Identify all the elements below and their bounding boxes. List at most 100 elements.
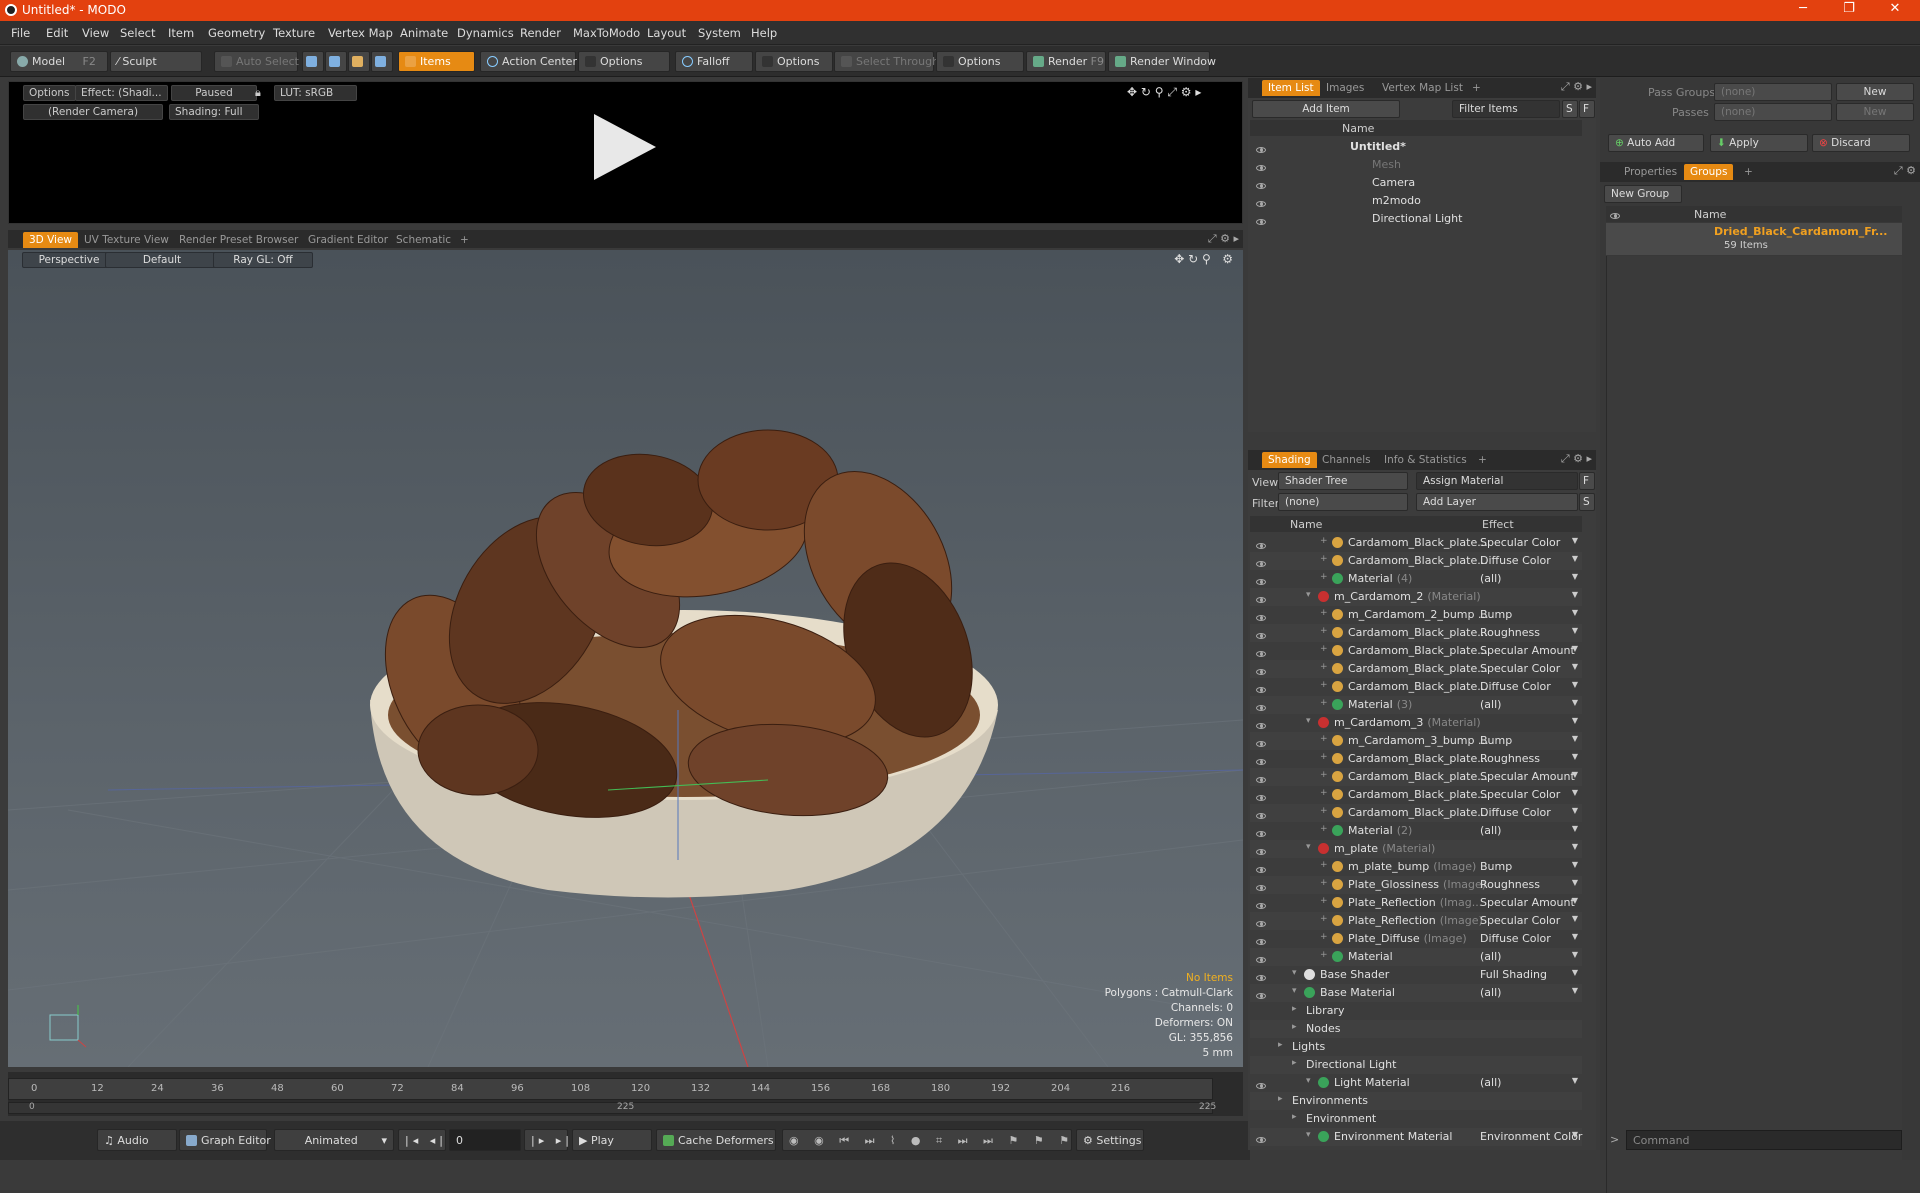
eye-icon[interactable]: [1256, 143, 1266, 156]
chevron-down-icon[interactable]: ▼: [1572, 734, 1578, 743]
expand-toggle-icon[interactable]: ▸: [1292, 1058, 1297, 1068]
tab-properties[interactable]: Properties: [1618, 164, 1683, 180]
layer-effect[interactable]: Specular Color: [1480, 914, 1560, 927]
shader-tree-row[interactable]: ▾ Light Material (all) ▼: [1250, 1074, 1582, 1092]
eye-icon[interactable]: [1256, 575, 1266, 588]
shader-tree-row[interactable]: ▾ Environment Material Environment Color ▼: [1250, 1128, 1582, 1146]
expand-toggle-icon[interactable]: ▸: [1278, 1040, 1283, 1050]
layer-effect[interactable]: Specular Amount: [1480, 644, 1575, 657]
shader-tree-row[interactable]: ▸ Nodes: [1250, 1020, 1582, 1038]
materials-mode-button[interactable]: [371, 51, 393, 72]
shader-tree-row[interactable]: ▸ Environments: [1250, 1092, 1582, 1110]
layer-effect[interactable]: Bump: [1480, 860, 1512, 873]
add-tab-button[interactable]: +: [1466, 80, 1487, 96]
chevron-down-icon[interactable]: ▼: [1572, 842, 1578, 851]
filter-dropdown[interactable]: (none): [1278, 493, 1408, 511]
auto-add-button[interactable]: ⊕ Auto Add: [1608, 134, 1704, 152]
group-row[interactable]: Dried_Black_Cardamom_Fr... 59 Items: [1606, 223, 1902, 255]
expand-toggle-icon[interactable]: ▾: [1306, 1130, 1311, 1140]
cache-deformers-button[interactable]: Cache Deformers: [656, 1129, 776, 1151]
shader-tree-row[interactable]: + Cardamom_Black_plate... Specular Amount ▼: [1250, 768, 1582, 786]
layer-effect[interactable]: Specular Color: [1480, 662, 1560, 675]
shader-tree-row[interactable]: + m_plate_bump (Image) Bump ▼: [1250, 858, 1582, 876]
assign-material-input[interactable]: Assign Material: [1416, 472, 1578, 490]
discard-button[interactable]: ⊗ Discard: [1812, 134, 1910, 152]
expand-toggle-icon[interactable]: +: [1320, 734, 1328, 744]
audio-button[interactable]: ♫ Audio: [97, 1129, 177, 1151]
expand-toggle-icon[interactable]: +: [1320, 878, 1328, 888]
menu-texture[interactable]: Texture: [273, 26, 315, 40]
minimize-button[interactable]: ─: [1783, 1, 1823, 16]
new-group-button[interactable]: New Group: [1604, 185, 1682, 203]
menu-dynamics[interactable]: Dynamics: [457, 26, 514, 40]
panel-options-icon[interactable]: ⤢ ⚙: [1894, 164, 1916, 178]
expand-toggle-icon[interactable]: +: [1320, 824, 1328, 834]
new-pass-group-button[interactable]: New: [1836, 83, 1914, 101]
chevron-down-icon[interactable]: ▼: [1572, 608, 1578, 617]
shader-tree-row[interactable]: ▾ m_plate (Material) ▼: [1250, 840, 1582, 858]
menu-view[interactable]: View: [82, 26, 109, 40]
expand-toggle-icon[interactable]: ▾: [1306, 842, 1311, 852]
vertices-mode-button[interactable]: [302, 51, 324, 72]
shader-tree-row[interactable]: ▾ Base Shader Full Shading ▼: [1250, 966, 1582, 984]
filter-items-input[interactable]: Filter Items: [1452, 100, 1560, 118]
select-through-button[interactable]: Select Through: [834, 51, 939, 72]
chevron-down-icon[interactable]: ▼: [1572, 680, 1578, 689]
chevron-down-icon[interactable]: ▼: [1572, 554, 1578, 563]
menu-maxtomodo[interactable]: MaxToModo: [573, 26, 640, 40]
eye-icon[interactable]: [1256, 683, 1266, 696]
expand-toggle-icon[interactable]: +: [1320, 860, 1328, 870]
rewind-buttons[interactable]: |◂ ◂|: [398, 1129, 446, 1151]
layer-effect[interactable]: Roughness: [1480, 626, 1540, 639]
layer-effect[interactable]: (all): [1480, 950, 1501, 963]
shader-tree-row[interactable]: + Cardamom_Black_plate... Specular Color ▼: [1250, 786, 1582, 804]
menu-geometry[interactable]: Geometry: [208, 26, 265, 40]
shader-tree-row[interactable]: + Plate_Reflection (Image) Specular Color ▼: [1250, 912, 1582, 930]
shader-tree-row[interactable]: ▾ m_Cardamom_3 (Material) ▼: [1250, 714, 1582, 732]
eye-icon[interactable]: [1256, 809, 1266, 822]
eye-icon[interactable]: [1256, 215, 1266, 228]
close-button[interactable]: ✕: [1875, 1, 1915, 16]
layer-effect[interactable]: Diffuse Color: [1480, 554, 1551, 567]
expand-toggle-icon[interactable]: +: [1320, 554, 1328, 564]
tab-images[interactable]: Images: [1320, 80, 1370, 96]
auto-select-button[interactable]: Auto Select: [214, 51, 299, 72]
timeline-range-bar[interactable]: 0 225 225: [8, 1102, 1216, 1114]
shader-tree-row[interactable]: + Material (all) ▼: [1250, 948, 1582, 966]
add-layer-dropdown[interactable]: Add Layer: [1416, 493, 1578, 511]
menu-file[interactable]: File: [11, 26, 30, 40]
eye-icon[interactable]: [1256, 629, 1266, 642]
chevron-down-icon[interactable]: ▼: [1572, 896, 1578, 905]
preview-effect-dropdown[interactable]: Effect: (Shadi...: [75, 85, 168, 101]
falloff-options-button[interactable]: Options: [755, 51, 833, 72]
s-toggle[interactable]: S: [1562, 100, 1578, 118]
eye-icon[interactable]: [1256, 701, 1266, 714]
shader-tree-row[interactable]: + Cardamom_Black_plate... Diffuse Color ▼: [1250, 678, 1582, 696]
shader-tree-row[interactable]: + Plate_Reflection (Imag... Specular Amount…: [1250, 894, 1582, 912]
render-button[interactable]: Render F9: [1026, 51, 1106, 72]
expand-toggle-icon[interactable]: ▾: [1306, 590, 1311, 600]
shader-tree-row[interactable]: + Cardamom_Black_plate... Specular Amount ▼: [1250, 642, 1582, 660]
model-mode-button[interactable]: Model F2: [10, 51, 108, 72]
chevron-down-icon[interactable]: ▼: [1572, 644, 1578, 653]
expand-toggle-icon[interactable]: +: [1320, 914, 1328, 924]
shader-tree-row[interactable]: ▸ Lights: [1250, 1038, 1582, 1056]
tab-schematic[interactable]: Schematic: [390, 232, 457, 248]
expand-toggle-icon[interactable]: ▾: [1292, 986, 1297, 996]
preview-paused-button[interactable]: Paused: [171, 85, 257, 101]
graph-editor-button[interactable]: Graph Editor: [179, 1129, 271, 1151]
chevron-down-icon[interactable]: ▼: [1572, 662, 1578, 671]
select-through-options-button[interactable]: Options: [936, 51, 1024, 72]
pass-groups-dropdown[interactable]: (none): [1714, 83, 1832, 101]
add-tab-button[interactable]: +: [454, 232, 475, 248]
tab-info-statistics[interactable]: Info & Statistics: [1378, 452, 1473, 468]
expand-toggle-icon[interactable]: +: [1320, 572, 1328, 582]
menu-edit[interactable]: Edit: [46, 26, 68, 40]
expand-toggle-icon[interactable]: +: [1320, 608, 1328, 618]
shader-tree-row[interactable]: + Cardamom_Black_plate... Diffuse Color ▼: [1250, 552, 1582, 570]
play-icon[interactable]: [594, 114, 656, 180]
eye-icon[interactable]: [1256, 971, 1266, 984]
s-toggle[interactable]: S: [1579, 493, 1595, 511]
chevron-down-icon[interactable]: ▼: [1572, 716, 1578, 725]
tab-channels[interactable]: Channels: [1316, 452, 1377, 468]
